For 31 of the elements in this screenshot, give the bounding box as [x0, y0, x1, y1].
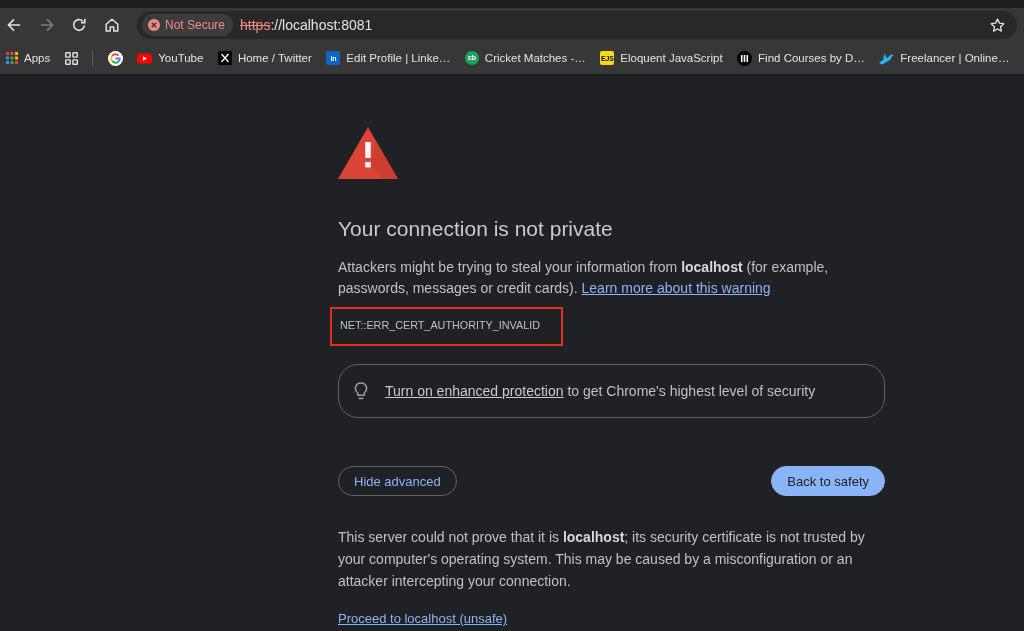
home-icon[interactable]	[104, 18, 119, 32]
warning-paragraph: Attackers might be trying to steal your information from localhost (for example, passwords, messages or credit cards). Learn more about this warning	[338, 258, 830, 298]
colored-dots-grid-icon	[6, 52, 18, 64]
proceed-link[interactable]: Proceed to localhost (unsafe)	[338, 610, 508, 628]
page-heading: Your connection is not private	[338, 216, 614, 242]
details-paragraph: This server could not prove that it is localhost; its security certificate is not trusted by your computer's operating system. This may be caused by a misconfiguration or an attacker intercepting your connection.	[338, 528, 866, 591]
error-x-icon	[148, 19, 160, 31]
play-logo-icon	[137, 52, 153, 64]
g-logo-icon[interactable]	[107, 50, 123, 66]
enhanced-protection-link[interactable]: Turn on enhanced protection	[385, 383, 564, 399]
bookmark-item[interactable]: Find Courses by D…	[737, 50, 865, 66]
back-to-safety-button[interactable]: Back to safety	[771, 466, 885, 496]
tip-text: Turn on enhanced protection to get Chrome's highest level of security	[385, 382, 816, 401]
bookmark-item[interactable]: YouTube	[137, 52, 204, 64]
bars-circle-icon	[737, 50, 753, 66]
reload-icon[interactable]	[72, 18, 86, 32]
x-logo-icon	[217, 51, 232, 65]
address-bar[interactable]: Not Secure https://localhost:8081	[137, 11, 1017, 39]
back-arrow-icon[interactable]	[7, 18, 21, 32]
lightbulb-icon	[354, 382, 368, 400]
apps-button[interactable]: Apps	[6, 52, 51, 64]
star-icon[interactable]	[990, 17, 1005, 33]
security-chip[interactable]: Not Secure	[142, 14, 234, 36]
bookmark-item[interactable]: Home / Twitter	[217, 51, 312, 65]
bookmark-item[interactable]: Freelancer | Online…	[879, 51, 1010, 65]
error-code: NET::ERR_CERT_AUTHORITY_INVALID	[340, 318, 540, 332]
warning-triangle-icon	[338, 127, 398, 179]
url-text: https://localhost:8081	[240, 17, 373, 33]
four-squares-icon[interactable]	[64, 51, 78, 65]
learn-more-link[interactable]: Learn more about this warning	[581, 280, 771, 296]
bird-icon	[879, 51, 895, 65]
